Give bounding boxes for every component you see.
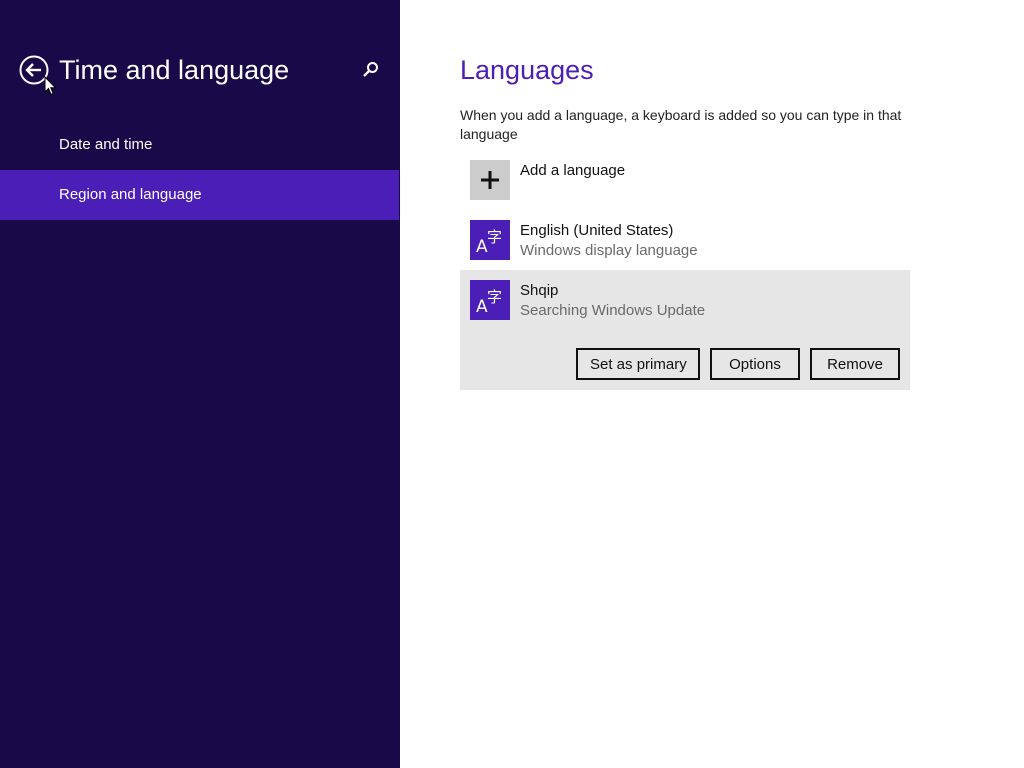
settings-page: Time and language Date and time Region a…	[0, 0, 1024, 768]
search-button[interactable]	[361, 60, 381, 80]
nav-item-region-and-language[interactable]: Region and language	[0, 170, 399, 220]
svg-text:字: 字	[487, 228, 502, 246]
language-name: Shqip	[520, 282, 559, 299]
pane-title: Time and language	[59, 55, 290, 85]
language-tile: A 字	[470, 220, 510, 260]
language-status: Searching Windows Update	[520, 302, 706, 319]
language-actions: Set as primary Options Remove	[576, 348, 900, 380]
remove-button[interactable]: Remove	[810, 348, 900, 380]
plus-icon	[481, 171, 499, 189]
section-description: When you add a language, a keyboard is a…	[460, 107, 902, 142]
language-tile: A 字	[470, 280, 510, 320]
search-icon	[363, 62, 378, 77]
language-item-english[interactable]: A 字 English (United States) Windows disp…	[460, 210, 910, 270]
section-title: Languages	[460, 55, 594, 85]
add-language-label: Add a language	[520, 162, 626, 179]
set-as-primary-button[interactable]: Set as primary	[576, 348, 700, 380]
svg-text:字: 字	[487, 288, 502, 306]
nav-item-date-and-time[interactable]: Date and time	[0, 120, 399, 170]
left-pane: Time and language Date and time Region a…	[0, 0, 400, 768]
language-status: Windows display language	[520, 242, 698, 259]
language-item-shqip[interactable]: A 字 Shqip Searching Windows Update Set a…	[460, 270, 910, 390]
language-glyph-icon: A 字	[476, 228, 502, 257]
add-language-tile	[470, 160, 510, 200]
nav-list: Date and time Region and language	[0, 120, 399, 220]
options-button[interactable]: Options	[710, 348, 800, 380]
language-list: Add a language A 字 English (United State…	[460, 150, 910, 390]
add-language-button[interactable]: Add a language	[460, 150, 910, 210]
back-button[interactable]	[19, 55, 49, 85]
back-arrow-circle-icon	[19, 55, 49, 85]
language-name: English (United States)	[520, 222, 674, 239]
language-glyph-icon: A 字	[476, 288, 502, 317]
